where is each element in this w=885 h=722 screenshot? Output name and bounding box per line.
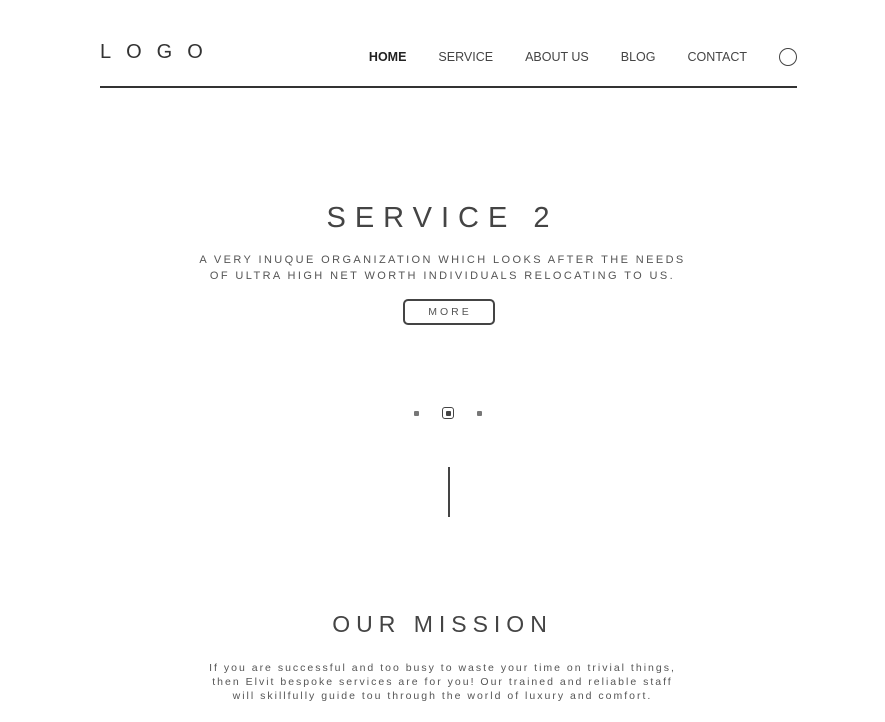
nav-item-service[interactable]: SERVICE [438, 45, 493, 69]
mission-text-line: will skillfully guide tou through the wo… [232, 690, 653, 702]
nav-item-blog[interactable]: BLOG [621, 45, 656, 69]
search-icon[interactable] [779, 48, 797, 66]
main-nav: HOME SERVICE ABOUT US BLOG CONTACT [337, 45, 797, 69]
nav-item-about-us[interactable]: ABOUT US [525, 45, 589, 69]
hero-subtitle: A VERY INUQUE ORGANIZATION WHICH LOOKS A… [0, 252, 885, 284]
nav-item-contact[interactable]: CONTACT [688, 45, 748, 69]
nav-item-home[interactable]: HOME [369, 45, 407, 69]
hero-subtitle-line: OF ULTRA HIGH NET WORTH INDIVIDUALS RELO… [209, 270, 676, 282]
slider-dot-1[interactable] [414, 411, 419, 416]
scroll-indicator-line [448, 467, 450, 517]
mission-text-line: If you are successful and too busy to wa… [209, 662, 676, 674]
mission-text-line: then Elvit bespoke services are for you!… [212, 676, 673, 688]
slider-dot-2-active[interactable] [442, 407, 454, 419]
mission-text: If you are successful and too busy to wa… [0, 661, 885, 703]
hero-subtitle-line: A VERY INUQUE ORGANIZATION WHICH LOOKS A… [199, 254, 686, 266]
more-button[interactable]: MORE [403, 299, 495, 325]
site-header: LOGO HOME SERVICE ABOUT US BLOG CONTACT [100, 0, 797, 88]
logo[interactable]: LOGO [100, 40, 218, 64]
hero-title: SERVICE 2 [326, 202, 559, 234]
slider-dot-3[interactable] [477, 411, 482, 416]
mission-title: OUR MISSION [332, 611, 553, 637]
